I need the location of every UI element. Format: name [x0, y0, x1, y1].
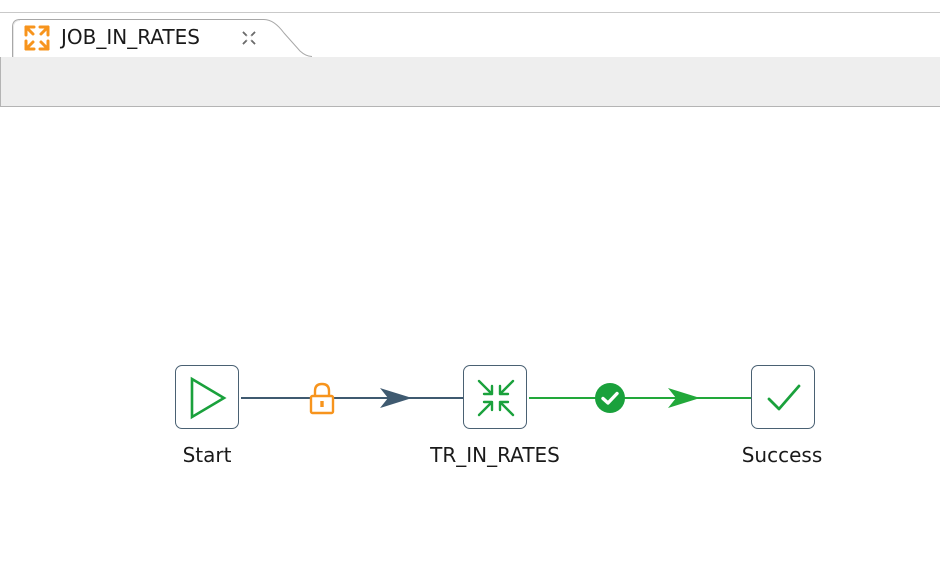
job-designer-canvas[interactable]: Start TR_IN_RATES Success — [0, 107, 940, 584]
close-icon[interactable] — [240, 29, 258, 47]
component-label-tr-in-rates: TR_IN_RATES — [430, 443, 560, 467]
component-label-success: Success — [741, 443, 823, 467]
editor-tab-bar: JOB_IN_RATES — [0, 13, 940, 70]
lock-icon[interactable] — [308, 381, 336, 415]
ok-check-icon[interactable] — [594, 382, 626, 414]
job-editor: JOB_IN_RATES Start TR_IN_RATES Success — [0, 0, 940, 584]
component-label-start: Start — [182, 443, 232, 467]
component-start[interactable] — [175, 365, 239, 429]
component-success[interactable] — [751, 365, 815, 429]
collapse-arrows-icon — [477, 379, 515, 417]
component-tr-in-rates[interactable] — [463, 365, 527, 429]
checkmark-icon — [767, 384, 801, 411]
toolbar-edge — [0, 57, 1, 107]
play-icon — [190, 376, 227, 420]
connections-layer — [241, 388, 751, 408]
editor-toolbar — [0, 57, 940, 107]
tab-title: JOB_IN_RATES — [61, 25, 200, 49]
job-icon — [22, 23, 52, 53]
